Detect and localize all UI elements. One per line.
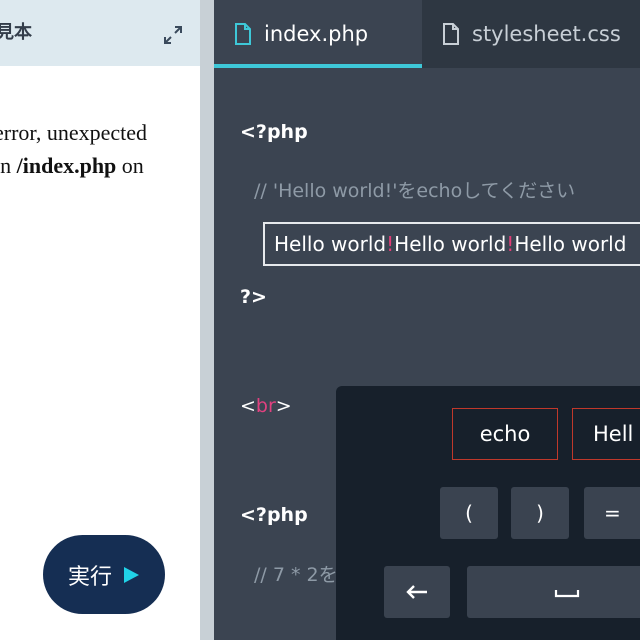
answer-text: Hello world <box>394 232 507 256</box>
symbol-equals[interactable]: = <box>584 487 640 539</box>
preview-pane: 見本 error, unexpected in /index.php on 実行 <box>0 0 200 640</box>
answer-text: Hello world <box>274 232 387 256</box>
file-icon <box>443 23 459 45</box>
expand-icon[interactable] <box>162 24 184 46</box>
token-hello[interactable]: Hell <box>572 408 640 460</box>
code-editor: index.php stylesheet.css <?php // 'Hello… <box>214 0 640 640</box>
backspace-button[interactable] <box>384 566 450 618</box>
tab-label: index.php <box>264 22 369 46</box>
run-button[interactable]: 実行 <box>43 535 165 614</box>
error-line-1: error, unexpected <box>0 120 148 145</box>
code-comment: // 'Hello world!'をechoしてください <box>254 180 576 202</box>
back-arrow-icon <box>406 585 427 599</box>
code-comment: // 7 * 2を <box>254 564 338 586</box>
tab-index-php[interactable]: index.php <box>214 0 422 68</box>
symbol-left-paren[interactable]: ( <box>440 487 498 539</box>
error-output: error, unexpected in /index.php on <box>0 116 204 182</box>
play-icon <box>124 566 139 583</box>
tab-stylesheet-css[interactable]: stylesheet.css <box>422 0 640 68</box>
error-file-path: /index.php <box>16 153 117 178</box>
space-bar-icon <box>554 590 580 598</box>
br-tag: <br> <box>240 395 292 417</box>
symbol-right-paren[interactable]: ) <box>511 487 569 539</box>
tab-label: stylesheet.css <box>472 22 621 46</box>
space-button[interactable] <box>467 566 640 618</box>
preview-title: 見本 <box>0 22 32 43</box>
answer-input[interactable]: Hello world! Hello world! Hello world <box>263 222 640 266</box>
preview-header: 見本 <box>0 0 200 66</box>
tab-bar: index.php stylesheet.css <box>214 0 640 68</box>
run-button-label: 実行 <box>67 564 112 590</box>
token-keyboard: echo Hell ( ) = <box>336 386 640 640</box>
php-open-tag: <?php <box>240 121 308 143</box>
file-icon <box>235 23 251 45</box>
token-echo[interactable]: echo <box>452 408 558 460</box>
answer-text: ! <box>386 232 395 256</box>
php-close-tag: ?> <box>240 286 267 308</box>
answer-text: ! <box>506 232 515 256</box>
answer-text: Hello world <box>514 232 627 256</box>
pane-divider[interactable] <box>200 0 214 640</box>
error-line-2: in /index.php on <box>0 153 144 178</box>
php-open-tag: <?php <box>240 504 308 526</box>
